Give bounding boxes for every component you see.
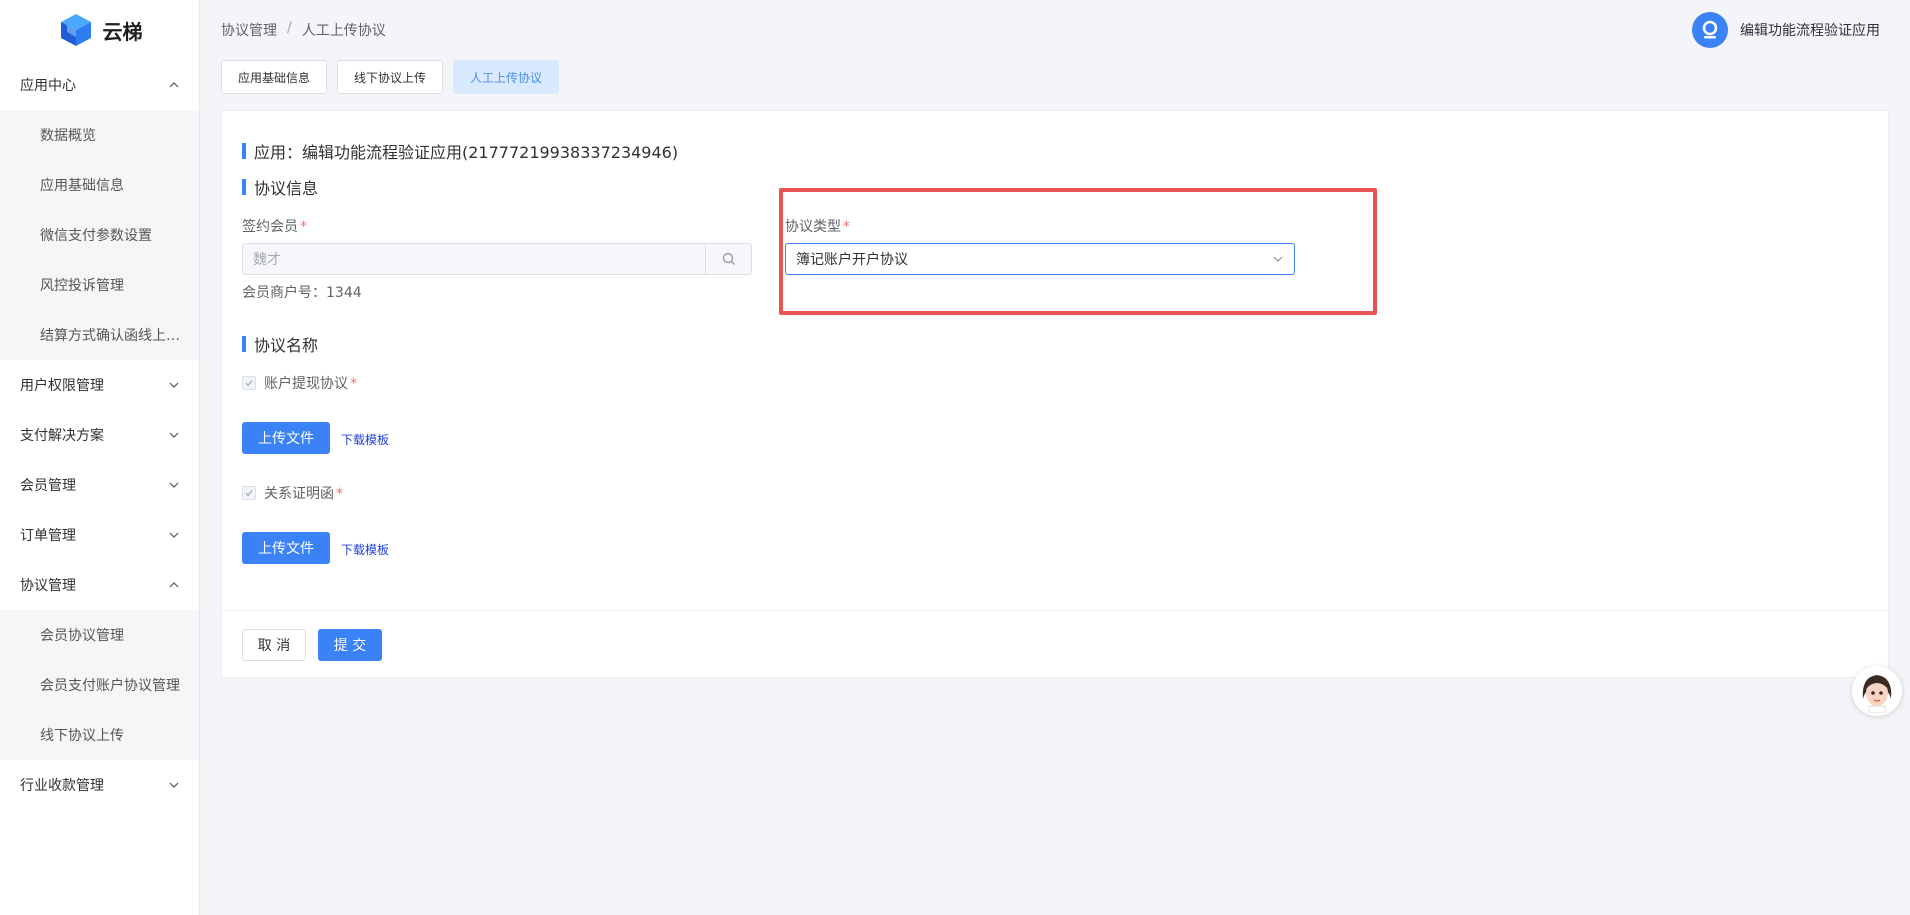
agreement-label: 账户提现协议 *	[264, 373, 357, 393]
sidebar-item-data-overview[interactable]: 数据概览	[0, 110, 199, 160]
sidebar-item-risk-complaints[interactable]: 风控投诉管理	[0, 260, 199, 310]
breadcrumb: 协议管理 / 人工上传协议	[221, 20, 386, 40]
breadcrumb-separator: /	[287, 20, 292, 36]
agreement-checkbox-relationship-proof[interactable]: 关系证明函 *	[242, 483, 343, 503]
menu-user-permissions[interactable]: 用户权限管理	[0, 360, 199, 410]
agreement-label: 关系证明函 *	[264, 483, 343, 503]
tab-manual-agreement-upload[interactable]: 人工上传协议	[453, 60, 560, 94]
required-mark: *	[350, 376, 357, 392]
agreement-label-text: 关系证明函	[264, 486, 334, 502]
menu-industry-collection[interactable]: 行业收款管理	[0, 760, 199, 810]
menu-label: 用户权限管理	[20, 378, 104, 394]
sidebar-item-member-payment-account-agreements[interactable]: 会员支付账户协议管理	[0, 660, 199, 710]
member-label-text: 签约会员	[242, 219, 298, 235]
title-accent-bar	[242, 179, 246, 195]
menu-payment-solutions[interactable]: 支付解决方案	[0, 410, 199, 460]
merchant-number: 会员商户号：1344	[242, 285, 362, 301]
tab-offline-agreement-upload[interactable]: 线下协议上传	[337, 60, 444, 94]
assistant-face-icon	[1862, 675, 1892, 713]
logo[interactable]: 云梯	[0, 0, 199, 60]
tab-bar: 应用基础信息 线下协议上传 人工上传协议	[221, 60, 560, 94]
menu-order-management[interactable]: 订单管理	[0, 510, 199, 560]
app-title-text: 应用：编辑功能流程验证应用(2177721993833723494​6)	[254, 143, 679, 162]
search-icon	[722, 252, 735, 265]
required-mark: *	[336, 486, 343, 502]
chevron-down-icon	[169, 432, 179, 438]
agreement-label-text: 账户提现协议	[264, 376, 348, 392]
highlight-annotation-box	[779, 188, 1377, 315]
sidebar: 云梯 应用中心 数据概览 应用基础信息 微信支付参数设置 风控投诉管理 结算方式…	[0, 0, 200, 915]
avatar[interactable]	[1692, 12, 1728, 48]
checkbox[interactable]	[242, 486, 256, 500]
title-accent-bar	[242, 336, 246, 352]
user-menu[interactable]: 编辑功能流程验证应用	[1692, 12, 1880, 48]
submenu-agreements: 会员协议管理 会员支付账户协议管理 线下协议上传	[0, 610, 199, 760]
form-card: 应用：编辑功能流程验证应用(2177721993833723494​6) 协议信…	[221, 110, 1889, 678]
section-agreement-name: 协议名称	[242, 332, 318, 356]
sidebar-item-offline-agreement-upload[interactable]: 线下协议上传	[0, 710, 199, 760]
check-icon	[245, 490, 253, 497]
tab-app-basic-info[interactable]: 应用基础信息	[221, 60, 328, 94]
menu-group-app-center: 应用中心 数据概览 应用基础信息 微信支付参数设置 风控投诉管理 结算方式确认函…	[0, 60, 199, 360]
menu-label: 支付解决方案	[20, 428, 104, 444]
sidebar-item-settlement-confirmation[interactable]: 结算方式确认函线上…	[0, 310, 199, 360]
chevron-up-icon	[169, 582, 179, 588]
member-label: 签约会员 *	[242, 216, 307, 236]
breadcrumb-item-current: 人工上传协议	[301, 23, 386, 39]
title-accent-bar	[242, 143, 246, 159]
logo-cube-icon	[60, 14, 91, 46]
download-template-link[interactable]: 下载模板	[341, 541, 389, 558]
submenu-app-center: 数据概览 应用基础信息 微信支付参数设置 风控投诉管理 结算方式确认函线上…	[0, 110, 199, 360]
upload-file-button[interactable]: 上传文件	[242, 532, 330, 564]
menu-group-agreements: 协议管理 会员协议管理 会员支付账户协议管理 线下协议上传	[0, 560, 199, 760]
agreement-checkbox-withdrawal[interactable]: 账户提现协议 *	[242, 373, 357, 393]
logo-text: 云梯	[102, 19, 143, 44]
chevron-down-icon	[169, 382, 179, 388]
member-search-button[interactable]	[705, 244, 751, 274]
chevron-down-icon	[169, 532, 179, 538]
chevron-down-icon	[169, 482, 179, 488]
menu-label: 订单管理	[20, 528, 76, 544]
cancel-button[interactable]: 取 消	[242, 629, 306, 661]
required-mark: *	[300, 219, 307, 235]
sidebar-item-wechat-pay-settings[interactable]: 微信支付参数设置	[0, 210, 199, 260]
member-search-input[interactable]: 魏才	[242, 243, 752, 275]
submit-button[interactable]: 提 交	[318, 629, 382, 661]
user-icon	[1702, 20, 1718, 39]
user-name: 编辑功能流程验证应用	[1740, 23, 1880, 39]
app-title: 应用：编辑功能流程验证应用(2177721993833723494​6)	[242, 139, 678, 163]
check-icon	[245, 380, 253, 387]
footer-divider	[222, 610, 1888, 611]
menu-agreement-management[interactable]: 协议管理	[0, 560, 199, 610]
section-agreement-info: 协议信息	[242, 175, 318, 199]
chevron-up-icon	[169, 82, 179, 88]
menu-label: 应用中心	[20, 78, 76, 94]
sidebar-item-member-agreements[interactable]: 会员协议管理	[0, 610, 199, 660]
menu-label: 会员管理	[20, 478, 76, 494]
section-agreement-info-text: 协议信息	[254, 179, 319, 198]
chevron-down-icon	[169, 782, 179, 788]
member-search-field[interactable]: 魏才	[243, 244, 705, 274]
upload-file-button[interactable]: 上传文件	[242, 422, 330, 454]
menu-label: 协议管理	[20, 578, 76, 594]
menu-app-center[interactable]: 应用中心	[0, 60, 199, 110]
menu-member-management[interactable]: 会员管理	[0, 460, 199, 510]
breadcrumb-item-agreement-management[interactable]: 协议管理	[221, 20, 277, 40]
download-template-link[interactable]: 下载模板	[341, 431, 389, 448]
sidebar-item-app-basic-info[interactable]: 应用基础信息	[0, 160, 199, 210]
assistant-avatar[interactable]	[1852, 666, 1902, 716]
checkbox[interactable]	[242, 376, 256, 390]
menu-label: 行业收款管理	[20, 778, 104, 794]
section-agreement-name-text: 协议名称	[254, 336, 319, 355]
